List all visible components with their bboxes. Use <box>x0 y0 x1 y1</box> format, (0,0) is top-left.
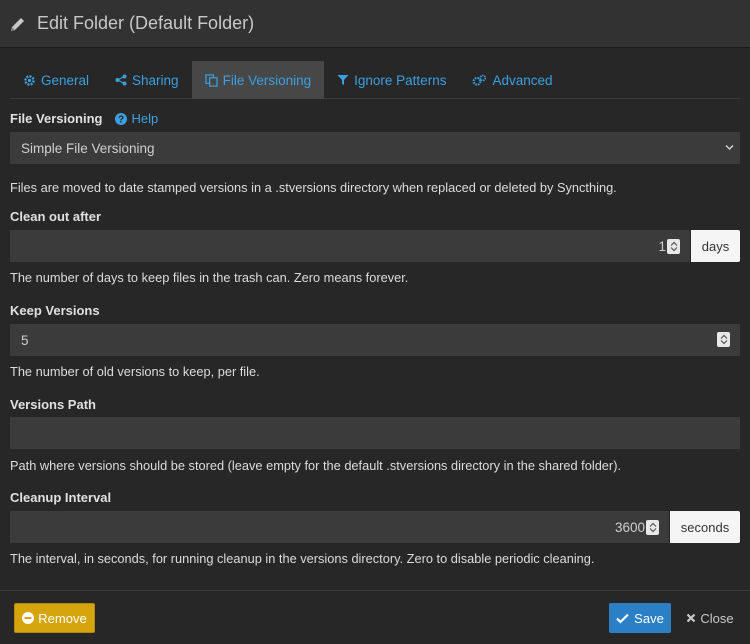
tab-advanced[interactable]: Advanced <box>459 61 565 99</box>
days-addon: days <box>691 230 740 262</box>
keep-versions-value: 5 <box>21 333 29 348</box>
versions-path-input[interactable] <box>10 417 740 449</box>
cleanup-interval-label: Cleanup Interval <box>10 490 111 505</box>
gear-icon <box>23 74 36 87</box>
clean-out-spinner[interactable] <box>667 239 680 254</box>
versions-path-description: Path where versions should be stored (le… <box>10 458 621 473</box>
tab-ignore-patterns-label: Ignore Patterns <box>354 73 446 88</box>
seconds-addon: seconds <box>670 511 740 543</box>
tab-sharing[interactable]: Sharing <box>102 61 192 99</box>
tab-sharing-label: Sharing <box>132 73 179 88</box>
cleanup-interval-input[interactable]: 3600 <box>10 511 669 543</box>
save-button[interactable]: Save <box>609 603 671 633</box>
edit-folder-modal: Edit Folder (Default Folder) General Sha… <box>0 0 750 644</box>
tab-bar: General Sharing File Versioning Ignore P… <box>10 61 740 99</box>
modal-footer: Remove Save Close <box>0 590 750 644</box>
keep-versions-description: The number of old versions to keep, per … <box>10 364 260 379</box>
keep-versions-spinner[interactable] <box>717 332 730 347</box>
pencil-icon <box>9 15 27 33</box>
save-label: Save <box>634 611 664 626</box>
tab-general[interactable]: General <box>10 61 102 99</box>
tab-general-label: General <box>41 73 89 88</box>
copy-icon <box>205 74 218 87</box>
versions-path-label: Versions Path <box>10 397 96 412</box>
filter-icon <box>337 74 349 86</box>
modal-header: Edit Folder (Default Folder) <box>0 0 750 48</box>
keep-versions-input[interactable]: 5 <box>10 324 740 356</box>
help-label: Help <box>131 111 158 126</box>
modal-title: Edit Folder (Default Folder) <box>37 13 254 34</box>
tab-advanced-label: Advanced <box>492 73 552 88</box>
file-versioning-label: File Versioning <box>10 111 102 126</box>
close-button[interactable]: Close <box>684 603 736 633</box>
remove-label: Remove <box>38 611 86 626</box>
minus-circle-icon <box>22 612 34 624</box>
spinner-arrows-icon <box>649 522 657 533</box>
spinner-arrows-icon <box>720 334 728 345</box>
versioning-type-value: Simple File Versioning <box>21 141 155 156</box>
cogs-icon <box>472 74 487 87</box>
clean-out-input[interactable]: 1 <box>10 230 690 262</box>
tab-file-versioning[interactable]: File Versioning <box>192 61 325 99</box>
help-link[interactable]: ? Help <box>115 111 158 126</box>
cleanup-interval-spinner[interactable] <box>646 520 659 535</box>
svg-text:?: ? <box>118 114 124 125</box>
close-label: Close <box>700 611 733 626</box>
clean-out-description: The number of days to keep files in the … <box>10 270 408 285</box>
clean-out-label: Clean out after <box>10 209 101 224</box>
tab-file-versioning-label: File Versioning <box>223 73 312 88</box>
chevron-down-icon <box>725 144 734 151</box>
file-versioning-label-row: File Versioning ? Help <box>10 111 158 126</box>
remove-button[interactable]: Remove <box>14 603 95 633</box>
keep-versions-label: Keep Versions <box>10 303 100 318</box>
clean-out-value: 1 <box>658 239 666 254</box>
versioning-description: Files are moved to date stamped versions… <box>10 180 617 195</box>
close-icon <box>686 613 696 623</box>
cleanup-interval-value: 3600 <box>615 520 645 535</box>
cleanup-interval-description: The interval, in seconds, for running cl… <box>10 551 594 566</box>
question-circle-icon: ? <box>115 113 127 125</box>
share-icon <box>115 74 127 86</box>
spinner-arrows-icon <box>670 241 678 252</box>
versioning-type-select[interactable]: Simple File Versioning <box>10 132 740 164</box>
tab-ignore-patterns[interactable]: Ignore Patterns <box>324 61 459 99</box>
check-icon <box>616 613 629 624</box>
